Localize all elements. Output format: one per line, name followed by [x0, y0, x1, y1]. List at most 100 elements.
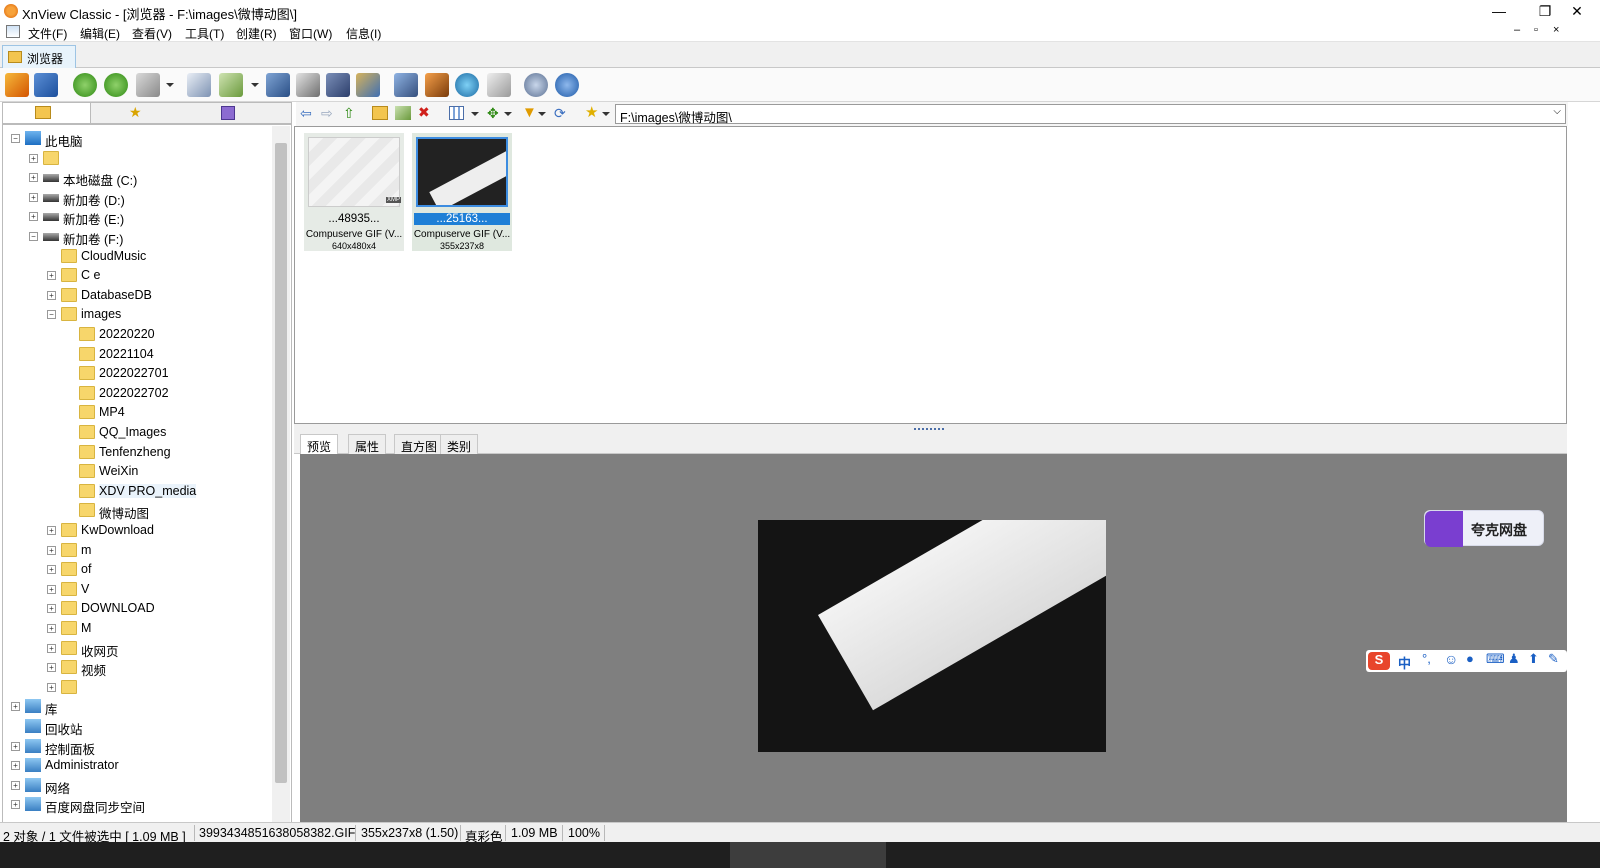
system-folder-icon [25, 719, 41, 733]
menu-window[interactable]: 窗口(W) [289, 25, 332, 42]
folder-icon [79, 425, 95, 439]
mdi-restore-button[interactable]: ▫ [1534, 24, 1538, 36]
expand-toggle-icon[interactable]: + [29, 212, 38, 222]
minimize-button[interactable]: — [1476, 0, 1522, 22]
parent-folder-icon[interactable]: ⇧ [343, 105, 355, 122]
taskbar-active-app[interactable] [730, 842, 886, 868]
open-image-icon[interactable] [5, 73, 29, 97]
tab-preview[interactable]: 预览 [300, 434, 339, 454]
web-page-icon[interactable] [455, 73, 479, 97]
find-icon[interactable] [266, 73, 290, 97]
tab-histogram[interactable]: 直方图 [394, 434, 445, 454]
menu-edit[interactable]: 编辑(E) [80, 25, 120, 42]
tab-browser[interactable]: 浏览器 [2, 45, 76, 68]
expand-toggle-icon[interactable]: + [47, 584, 56, 594]
view-mode-icon[interactable] [449, 106, 464, 120]
rotate-left-icon[interactable] [73, 73, 97, 97]
expand-toggle-icon[interactable]: + [29, 153, 38, 163]
tab-folders[interactable] [3, 103, 91, 123]
menu-info[interactable]: 信息(I) [346, 25, 381, 42]
rotate-right-icon[interactable] [104, 73, 128, 97]
emoji-icon[interactable]: ☺ [1444, 651, 1458, 667]
folder-icon [61, 562, 77, 577]
expand-toggle-icon[interactable]: + [11, 741, 20, 751]
fullscreen-icon[interactable] [34, 73, 58, 97]
tab-categories[interactable]: 类别 [440, 434, 479, 454]
tree-scrollbar-thumb[interactable] [275, 143, 287, 783]
expand-toggle-icon[interactable]: + [47, 663, 56, 673]
scan-icon[interactable] [326, 73, 350, 97]
menu-view[interactable]: 查看(V) [132, 25, 172, 42]
folder-tree: − 此电脑 + + 本地磁盘 (C:) + 新加卷 (D:) + 新加卷 (E:) − 新加卷 (F… [2, 124, 292, 838]
bookmark-dropdown-icon[interactable] [602, 112, 610, 116]
collapse-toggle-icon[interactable]: − [11, 134, 20, 143]
thumbnail-item[interactable]: XMP ...48935... Compuserve GIF (V... 640… [304, 133, 404, 251]
expand-toggle-icon[interactable]: + [11, 761, 20, 771]
menu-tools[interactable]: 工具(T) [185, 25, 224, 42]
address-input[interactable]: F:\images\微博动图\ ⌵ [615, 104, 1566, 125]
folder-icon [79, 366, 95, 381]
bookmark-star-icon[interactable]: ★ [585, 103, 598, 121]
ime-toolbar[interactable]: S 中 °, ☺ ● ⌨ ♟ ⬆ ✎ [1366, 650, 1567, 672]
user-icon[interactable]: ♟ [1508, 651, 1520, 667]
voice-icon[interactable]: ● [1466, 651, 1474, 666]
transform-dropdown-icon[interactable] [166, 83, 174, 87]
menu-file[interactable]: 文件(F) [28, 25, 67, 42]
thumbnail-item-selected[interactable]: ...25163... Compuserve GIF (V... 355x237… [412, 133, 512, 251]
forward-arrow-icon[interactable]: ⇨ [321, 105, 333, 122]
mdi-close-button[interactable]: × [1553, 24, 1559, 36]
expand-toggle-icon[interactable]: + [47, 682, 56, 692]
menu-create[interactable]: 创建(R) [236, 25, 277, 42]
quark-drive-badge[interactable]: 夸克网盘 [1424, 510, 1544, 547]
info-icon[interactable] [555, 73, 579, 97]
slideshow-icon[interactable] [425, 73, 449, 97]
skin-icon[interactable]: ⬆ [1528, 651, 1539, 667]
print-icon[interactable] [296, 73, 320, 97]
expand-toggle-icon[interactable]: + [47, 565, 56, 575]
close-button[interactable]: ✕ [1554, 0, 1600, 22]
tab-properties[interactable]: 属性 [348, 434, 387, 454]
filter-dropdown-icon[interactable] [538, 112, 546, 116]
categories-icon[interactable] [221, 106, 235, 120]
splitter-grip-icon[interactable] [914, 424, 944, 430]
favorites-icon[interactable]: ★ [129, 104, 142, 121]
address-dropdown-icon[interactable]: ⌵ [1553, 106, 1561, 117]
keyboard-icon[interactable]: ⌨ [1486, 651, 1505, 667]
convert-icon[interactable] [356, 73, 380, 97]
expand-toggle-icon[interactable]: + [11, 702, 20, 712]
expand-toggle-icon[interactable]: + [47, 290, 56, 300]
capture-icon[interactable] [394, 73, 418, 97]
ime-mode-label[interactable]: 中 [1398, 653, 1411, 672]
expand-toggle-icon[interactable]: + [47, 271, 56, 281]
collapse-toggle-icon[interactable]: − [47, 310, 56, 320]
new-folder-icon[interactable] [372, 106, 388, 120]
expand-toggle-icon[interactable]: + [29, 173, 38, 183]
expand-toggle-icon[interactable]: + [29, 192, 38, 202]
view-mode-dropdown-icon[interactable] [471, 112, 479, 116]
expand-toggle-icon[interactable]: + [47, 545, 56, 555]
delete-icon[interactable]: ✖ [418, 104, 430, 121]
move-copy-icon[interactable] [219, 73, 243, 97]
punctuation-icon[interactable]: °, [1422, 651, 1431, 666]
refresh-icon[interactable]: ⟳ [554, 105, 566, 122]
move-copy-dropdown-icon[interactable] [251, 83, 259, 87]
expand-toggle-icon[interactable]: + [47, 604, 56, 614]
rename-icon[interactable] [395, 106, 411, 120]
back-arrow-icon[interactable]: ⇦ [300, 105, 312, 122]
expand-toggle-icon[interactable]: + [11, 780, 20, 790]
properties-icon[interactable] [187, 73, 211, 97]
transform-icon[interactable] [136, 73, 160, 97]
contact-sheet-icon[interactable] [487, 73, 511, 97]
expand-toggle-icon[interactable]: + [47, 643, 56, 653]
filter-icon[interactable]: ▼ [522, 104, 537, 121]
horizontal-splitter[interactable] [294, 424, 1567, 432]
expand-toggle-icon[interactable]: + [47, 624, 56, 633]
tools-icon[interactable]: ✎ [1548, 651, 1559, 667]
sort-icon[interactable]: ✥ [487, 105, 499, 122]
expand-toggle-icon[interactable]: + [47, 526, 56, 535]
expand-toggle-icon[interactable]: + [11, 800, 20, 810]
mdi-minimize-button[interactable]: – [1514, 24, 1520, 36]
settings-gear-icon[interactable] [524, 73, 548, 97]
collapse-toggle-icon[interactable]: − [29, 232, 38, 241]
sort-dropdown-icon[interactable] [504, 112, 512, 116]
